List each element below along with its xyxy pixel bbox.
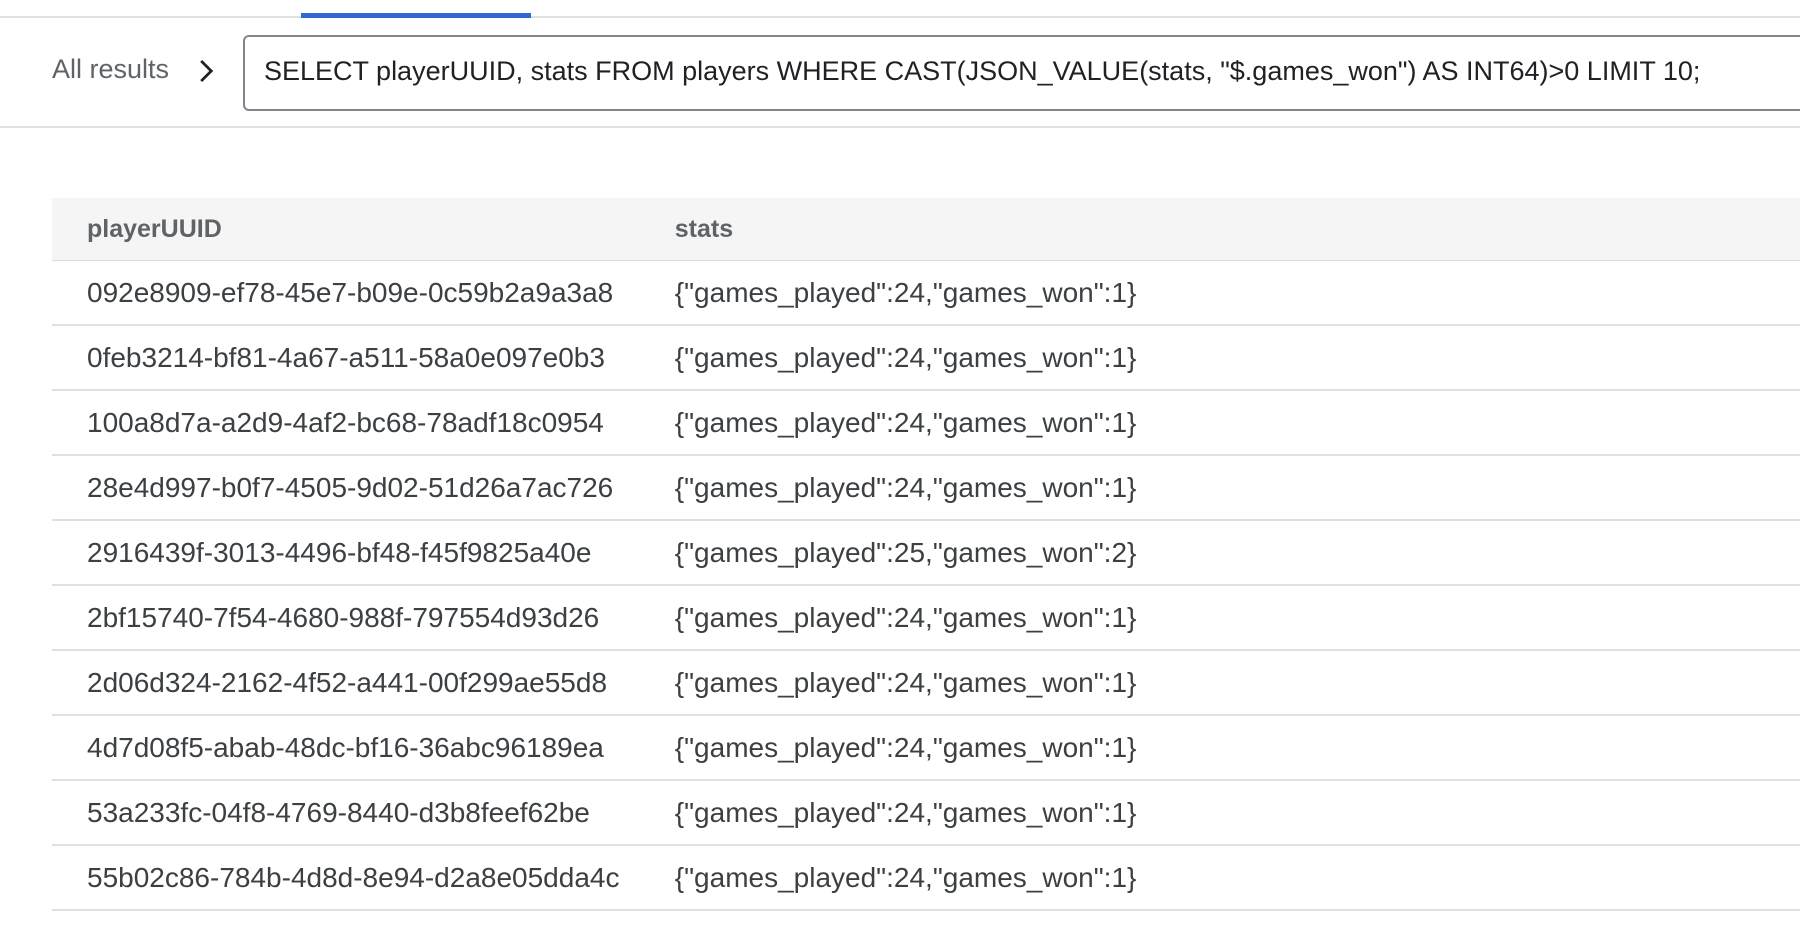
player-uuid-cell[interactable]: 53a233fc-04f8-4769-8440-d3b8feef62be <box>52 780 640 846</box>
table-row: 28e4d997-b0f7-4505-9d02-51d26a7ac726 {"g… <box>52 455 1800 521</box>
chevron-right-icon <box>200 59 214 83</box>
player-uuid-cell[interactable]: 100a8d7a-a2d9-4af2-bc68-78adf18c0954 <box>52 390 640 456</box>
stats-cell[interactable]: {"games_played":24,"games_won":1} <box>639 845 1800 911</box>
player-uuid-cell[interactable]: 0feb3214-bf81-4a67-a511-58a0e097e0b3 <box>52 325 640 391</box>
player-uuid-cell[interactable]: 4d7d08f5-abab-48dc-bf16-36abc96189ea <box>52 715 640 781</box>
table-row: 092e8909-ef78-45e7-b09e-0c59b2a9a3a8 {"g… <box>52 260 1800 326</box>
table-row: 2916439f-3013-4496-bf48-f45f9825a40e {"g… <box>52 520 1800 586</box>
table-header-row: playerUUID stats <box>52 198 1800 261</box>
table-row: 2d06d324-2162-4f52-a441-00f299ae55d8 {"g… <box>52 650 1800 716</box>
table-row: 4d7d08f5-abab-48dc-bf16-36abc96189ea {"g… <box>52 715 1800 781</box>
table-row: 53a233fc-04f8-4769-8440-d3b8feef62be {"g… <box>52 780 1800 846</box>
tab-bar <box>0 0 1800 18</box>
table-row: 100a8d7a-a2d9-4af2-bc68-78adf18c0954 {"g… <box>52 390 1800 456</box>
table-row: 55b02c86-784b-4d8d-8e94-d2a8e05dda4c {"g… <box>52 845 1800 911</box>
stats-cell[interactable]: {"games_played":24,"games_won":1} <box>639 455 1800 521</box>
query-results-page: All results SELECT playerUUID, stats FRO… <box>0 0 1800 934</box>
player-uuid-cell[interactable]: 28e4d997-b0f7-4505-9d02-51d26a7ac726 <box>52 455 640 521</box>
player-uuid-cell[interactable]: 092e8909-ef78-45e7-b09e-0c59b2a9a3a8 <box>52 260 640 326</box>
stats-cell[interactable]: {"games_played":24,"games_won":1} <box>639 585 1800 651</box>
player-uuid-cell[interactable]: 2bf15740-7f54-4680-988f-797554d93d26 <box>52 585 640 651</box>
stats-cell[interactable]: {"games_played":25,"games_won":2} <box>639 520 1800 586</box>
player-uuid-cell[interactable]: 55b02c86-784b-4d8d-8e94-d2a8e05dda4c <box>52 845 640 911</box>
stats-cell[interactable]: {"games_played":24,"games_won":1} <box>639 780 1800 846</box>
stats-cell[interactable]: {"games_played":24,"games_won":1} <box>639 390 1800 456</box>
stats-cell[interactable]: {"games_played":24,"games_won":1} <box>639 260 1800 326</box>
all-results-link[interactable]: All results <box>52 54 169 85</box>
column-header-playeruuid[interactable]: playerUUID <box>52 198 640 261</box>
results-table: playerUUID stats 092e8909-ef78-45e7-b09e… <box>52 198 1800 911</box>
stats-cell[interactable]: {"games_played":24,"games_won":1} <box>639 715 1800 781</box>
stats-cell[interactable]: {"games_played":24,"games_won":1} <box>639 325 1800 391</box>
query-text: SELECT playerUUID, stats FROM players WH… <box>264 56 1701 86</box>
table-row: 2bf15740-7f54-4680-988f-797554d93d26 {"g… <box>52 585 1800 651</box>
query-input[interactable]: SELECT playerUUID, stats FROM players WH… <box>243 35 1800 111</box>
column-header-stats[interactable]: stats <box>639 198 1800 261</box>
table-row: 0feb3214-bf81-4a67-a511-58a0e097e0b3 {"g… <box>52 325 1800 391</box>
stats-cell[interactable]: {"games_played":24,"games_won":1} <box>639 650 1800 716</box>
player-uuid-cell[interactable]: 2916439f-3013-4496-bf48-f45f9825a40e <box>52 520 640 586</box>
player-uuid-cell[interactable]: 2d06d324-2162-4f52-a441-00f299ae55d8 <box>52 650 640 716</box>
results-body: 092e8909-ef78-45e7-b09e-0c59b2a9a3a8 {"g… <box>52 260 1800 911</box>
query-bar: All results SELECT playerUUID, stats FRO… <box>0 18 1800 128</box>
